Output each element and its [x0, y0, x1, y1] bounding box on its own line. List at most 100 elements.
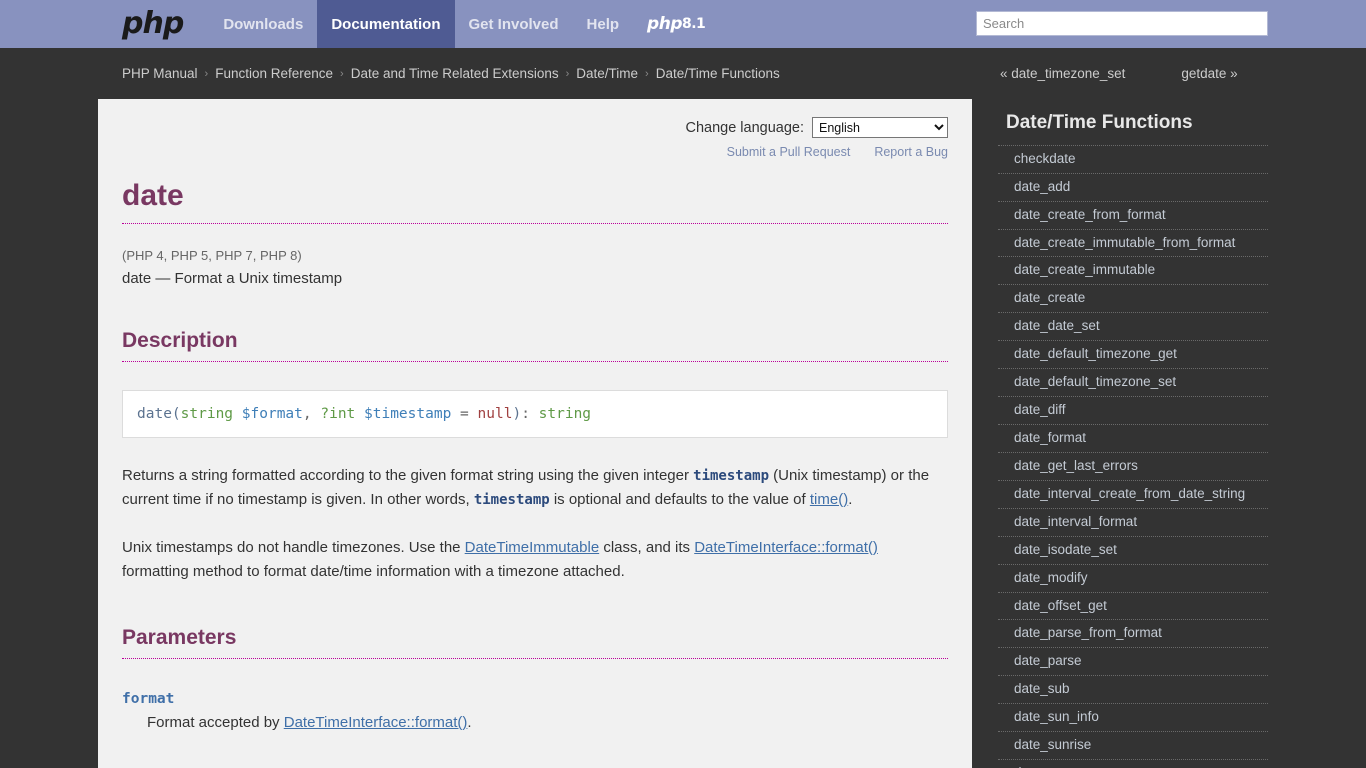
site-header: php Downloads Documentation Get Involved…: [0, 0, 1366, 48]
nav-item-help[interactable]: Help: [573, 0, 634, 48]
breadcrumb-item-date-time-functions[interactable]: Date/Time Functions: [656, 66, 780, 81]
next-page-link[interactable]: getdate »: [1181, 66, 1237, 81]
sidebar-list-item: date_diff: [998, 396, 1268, 424]
version-badge-text: php: [647, 14, 682, 34]
synopsis-default-value: null: [477, 405, 513, 422]
breadcrumb-bar: PHP Manual › Function Reference › Date a…: [0, 48, 1366, 99]
sidebar-list-item: date_add: [998, 172, 1268, 201]
sidebar-link-date-date-set[interactable]: date_date_set: [998, 313, 1268, 340]
sidebar-link-date-diff[interactable]: date_diff: [998, 397, 1268, 424]
sidebar-link-date-interval-create-from-date-string[interactable]: date_interval_create_from_date_string: [998, 481, 1268, 508]
php-logo: php: [122, 6, 184, 41]
para2-link-datetimeimmutable[interactable]: DateTimeImmutable: [465, 539, 600, 556]
sidebar-link-date-sub[interactable]: date_sub: [998, 676, 1268, 703]
sidebar-link-date-default-timezone-get[interactable]: date_default_timezone_get: [998, 341, 1268, 368]
sidebar-list-item: date_create_immutable_from_format: [998, 228, 1268, 257]
para1-link-time[interactable]: time(): [810, 491, 848, 508]
version-availability: (PHP 4, PHP 5, PHP 7, PHP 8): [122, 248, 302, 263]
prev-page-link[interactable]: « date_timezone_set: [1000, 66, 1125, 81]
sidebar-list-item: date_offset_get: [998, 591, 1268, 620]
nav-item-downloads[interactable]: Downloads: [209, 0, 317, 48]
search-input[interactable]: [976, 11, 1268, 36]
submit-pull-request-link[interactable]: Submit a Pull Request: [727, 145, 851, 159]
breadcrumb-separator-icon: ›: [204, 67, 209, 80]
synopsis-return-type: string: [538, 405, 592, 422]
para1-text-part1: Returns a string formatted according to …: [122, 467, 694, 485]
parameter-description-format: Format accepted by DateTimeInterface::fo…: [147, 711, 948, 735]
page-navigation: « date_timezone_set getdate »: [1000, 66, 1238, 81]
sidebar-list-item: date_interval_create_from_date_string: [998, 479, 1268, 508]
breadcrumb-separator-icon: ›: [565, 67, 570, 80]
edit-links: Submit a Pull Request Report a Bug: [122, 145, 948, 159]
synopsis-param2-name: $timestamp: [364, 405, 452, 422]
sidebar-link-date-add[interactable]: date_add: [998, 174, 1268, 201]
language-select[interactable]: English: [812, 117, 948, 138]
param-desc-link[interactable]: DateTimeInterface::format(): [284, 714, 468, 731]
description-section: Description date(string $format, ?int $t…: [122, 329, 948, 584]
change-language-label: Change language:: [685, 119, 804, 136]
synopsis-open-paren: (: [171, 405, 181, 422]
breadcrumb-item-php-manual[interactable]: PHP Manual: [122, 66, 198, 81]
sidebar-link-checkdate[interactable]: checkdate: [998, 146, 1268, 173]
sidebar-link-date-sunset[interactable]: date_sunset: [998, 760, 1268, 768]
php-version-badge[interactable]: php 8.1: [633, 0, 719, 48]
sidebar-list-item: date_date_set: [998, 312, 1268, 340]
nav-item-get-involved[interactable]: Get Involved: [455, 0, 573, 48]
breadcrumb-item-date-time[interactable]: Date/Time: [576, 66, 638, 81]
sidebar-list-item: date_default_timezone_set: [998, 368, 1268, 396]
synopsis-param1-name: $format: [241, 405, 303, 422]
para2-text-part3: formatting method to format date/time in…: [122, 563, 625, 581]
sidebar-link-date-create-immutable[interactable]: date_create_immutable: [998, 257, 1268, 284]
php-home-logo-link[interactable]: php: [122, 0, 209, 48]
para2-link-datetimeinterface-format[interactable]: DateTimeInterface::format(): [694, 539, 878, 556]
change-language-row: Change language: English: [122, 117, 948, 138]
parameters-heading: Parameters: [122, 626, 948, 660]
breadcrumb-item-date-time-extensions[interactable]: Date and Time Related Extensions: [351, 66, 559, 81]
sidebar-list-item: date_create: [998, 284, 1268, 312]
sidebar-link-date-sunrise[interactable]: date_sunrise: [998, 732, 1268, 759]
description-heading: Description: [122, 329, 948, 362]
synopsis-param1-type: string: [180, 405, 234, 422]
sidebar-link-date-sun-info[interactable]: date_sun_info: [998, 704, 1268, 731]
param-desc-suffix: .: [467, 714, 472, 732]
sidebar-list-item: date_sunrise: [998, 731, 1268, 759]
breadcrumb-item-function-reference[interactable]: Function Reference: [215, 66, 333, 81]
nav-item-documentation[interactable]: Documentation: [317, 0, 455, 48]
sidebar-link-date-parse[interactable]: date_parse: [998, 648, 1268, 675]
synopsis-equals: =: [451, 405, 478, 422]
sidebar-link-date-isodate-set[interactable]: date_isodate_set: [998, 537, 1268, 564]
sidebar-list-item: date_sub: [998, 675, 1268, 703]
function-purpose: date — Format a Unix timestamp: [122, 270, 343, 288]
sidebar-link-date-create[interactable]: date_create: [998, 285, 1268, 312]
sidebar-link-date-parse-from-format[interactable]: date_parse_from_format: [998, 620, 1268, 647]
sidebar-list-item: date_modify: [998, 563, 1268, 592]
sidebar-list-item: date_sunset: [998, 759, 1268, 768]
para2-text-part1: Unix timestamps do not handle timezones.…: [122, 539, 465, 557]
sidebar-link-date-offset-get[interactable]: date_offset_get: [998, 593, 1268, 620]
para1-text-part3: is optional and defaults to the value of: [549, 491, 810, 509]
synopsis-function-name: date: [137, 405, 172, 422]
version-badge-number: 8.1: [682, 16, 706, 32]
description-paragraph-1: Returns a string formatted according to …: [122, 464, 948, 512]
sidebar-link-date-interval-format[interactable]: date_interval_format: [998, 509, 1268, 536]
method-synopsis: date(string $format, ?int $timestamp = n…: [122, 389, 948, 439]
sidebar-list-item: date_isodate_set: [998, 535, 1268, 564]
sidebar-link-date-create-immutable-from-format[interactable]: date_create_immutable_from_format: [998, 230, 1268, 257]
sidebar-link-date-create-from-format[interactable]: date_create_from_format: [998, 202, 1268, 229]
sidebar-list-item: date_get_last_errors: [998, 451, 1268, 480]
parameters-section: Parameters format Format accepted by Dat…: [122, 626, 948, 735]
breadcrumb-separator-icon: ›: [340, 67, 344, 80]
sidebar-link-date-default-timezone-set[interactable]: date_default_timezone_set: [998, 369, 1268, 396]
search-container: [976, 11, 1268, 36]
sidebar-list-item: date_default_timezone_get: [998, 340, 1268, 368]
sidebar-link-date-get-last-errors[interactable]: date_get_last_errors: [998, 453, 1268, 480]
sidebar-list-item: date_create_immutable: [998, 256, 1268, 284]
synopsis-comma: ,: [302, 405, 321, 422]
report-bug-link[interactable]: Report a Bug: [874, 145, 948, 159]
para1-code-timestamp: timestamp: [693, 468, 769, 485]
sidebar-link-date-format[interactable]: date_format: [998, 425, 1268, 452]
sidebar-link-date-modify[interactable]: date_modify: [998, 565, 1268, 592]
breadcrumb: PHP Manual › Function Reference › Date a…: [122, 66, 780, 81]
synopsis-close-paren: ): [512, 405, 522, 422]
main-navigation: Downloads Documentation Get Involved Hel…: [209, 0, 719, 48]
